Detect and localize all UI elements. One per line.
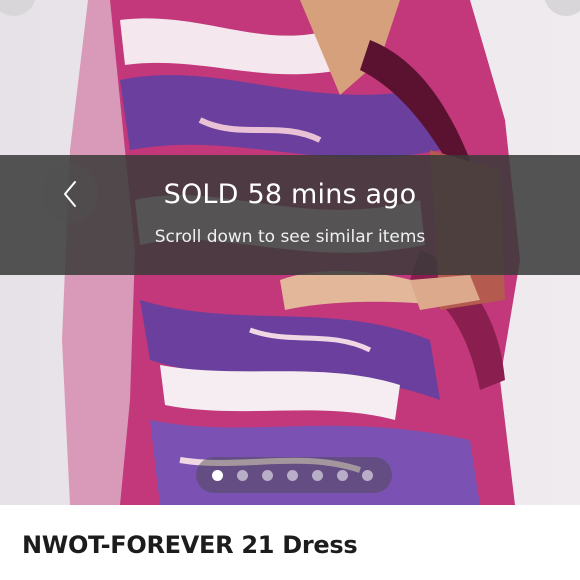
carousel-dot[interactable] bbox=[212, 470, 223, 481]
listing-photo[interactable]: SOLD 58 mins ago Scroll down to see simi… bbox=[0, 0, 580, 505]
item-title: NWOT-FOREVER 21 Dress bbox=[22, 531, 358, 559]
listing-title-area: NWOT-FOREVER 21 Dress bbox=[0, 505, 580, 580]
listing-screen: SOLD 58 mins ago Scroll down to see simi… bbox=[0, 0, 580, 580]
carousel-indicator bbox=[196, 457, 392, 493]
chevron-left-icon bbox=[64, 181, 76, 207]
carousel-dot[interactable] bbox=[262, 470, 273, 481]
carousel-dot[interactable] bbox=[362, 470, 373, 481]
carousel-prev-button[interactable] bbox=[42, 165, 98, 223]
carousel-dot[interactable] bbox=[312, 470, 323, 481]
sold-status-subtitle: Scroll down to see similar items bbox=[154, 227, 426, 247]
carousel-dot[interactable] bbox=[287, 470, 298, 481]
carousel-dot[interactable] bbox=[337, 470, 348, 481]
carousel-dot[interactable] bbox=[237, 470, 248, 481]
